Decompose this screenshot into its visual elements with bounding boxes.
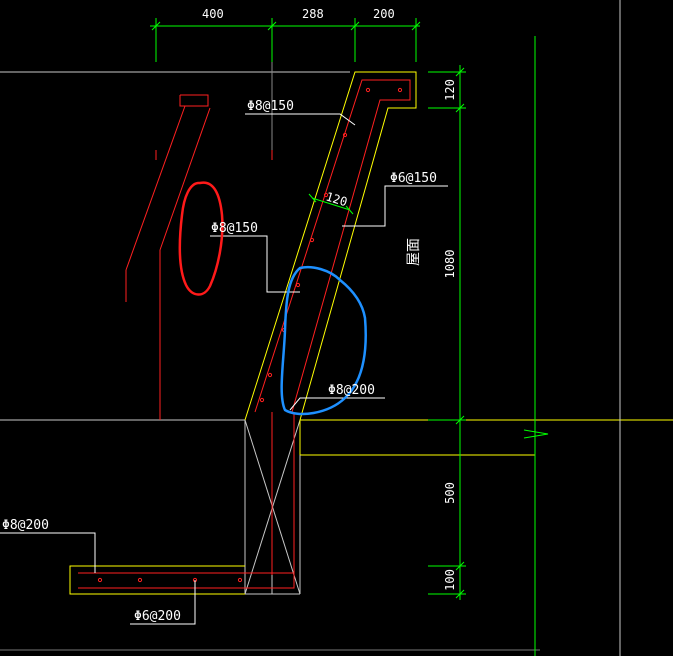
label-rebar-left: Φ8@150 [211, 221, 258, 236]
leader-lines [0, 113, 448, 625]
dim-top-2: 288 [302, 7, 324, 21]
label-roof: 屋面 [406, 238, 422, 266]
rebar-lines [78, 79, 411, 589]
label-rebar-lower: Φ8@200 [328, 383, 375, 398]
cad-drawing-canvas: 400 288 200 120 120 1080 500 100 Φ8@150 … [0, 0, 673, 656]
label-rebar-mid: Φ6@150 [390, 171, 437, 186]
dim-right-2: 1080 [443, 250, 457, 279]
dim-top-1: 400 [202, 7, 224, 21]
dimension-lines [150, 18, 549, 656]
label-rebar-top: Φ8@150 [247, 99, 294, 114]
guide-lines [0, 0, 673, 656]
dim-right-1: 120 [443, 79, 457, 101]
dim-thickness: 120 [324, 189, 349, 209]
red-markup-circle [178, 181, 224, 296]
label-rebar-bottom: Φ6@200 [134, 609, 181, 624]
label-rebar-footing: Φ8@200 [2, 518, 49, 533]
dim-top-3: 200 [373, 7, 395, 21]
concrete-outline [69, 71, 536, 595]
dim-right-3: 500 [443, 482, 457, 504]
dim-right-4: 100 [443, 569, 457, 591]
